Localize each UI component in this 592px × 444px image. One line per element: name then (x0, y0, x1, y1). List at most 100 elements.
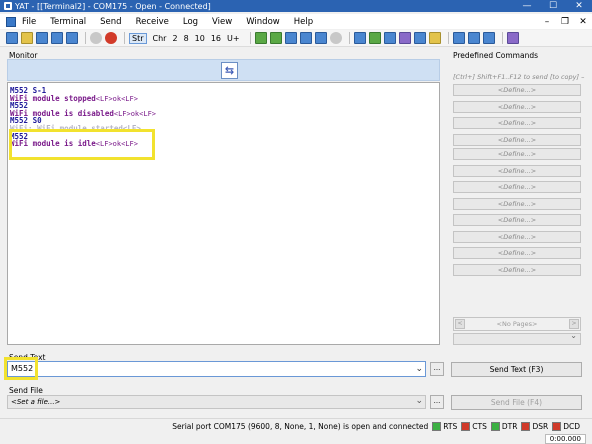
radix-bin-button[interactable]: 2 (172, 34, 177, 43)
predefined-command-button[interactable]: <Define...> (453, 247, 581, 259)
menu-view[interactable]: View (212, 17, 232, 27)
open-icon[interactable] (21, 32, 33, 44)
send-file-label: Send File (9, 386, 43, 395)
menu-terminal[interactable]: Terminal (50, 17, 86, 27)
radix-chr-button[interactable]: Chr (153, 34, 167, 43)
macro-icon[interactable] (506, 32, 519, 44)
show-rx-icon[interactable] (269, 32, 282, 44)
mdi-close-icon[interactable]: ✕ (574, 17, 592, 27)
chevron-down-icon[interactable]: ⌄ (415, 395, 423, 407)
clear-icon[interactable] (299, 32, 312, 44)
page-select[interactable] (453, 331, 581, 345)
monitor-header: ⇆ (7, 59, 440, 81)
predefined-command-button[interactable]: <Define...> (453, 181, 581, 193)
signal-label-dsr[interactable]: DSR (532, 422, 548, 431)
radix-str-button[interactable]: Str (129, 32, 147, 44)
open-port-icon[interactable] (90, 32, 102, 44)
toolbar: Str Chr 2 8 10 16 U+ (0, 30, 592, 47)
mdi-minimize-icon[interactable]: – (538, 17, 556, 27)
status-bar: Serial port COM175 (9600, 8, None, 1, No… (0, 418, 592, 433)
find-icon[interactable] (353, 32, 366, 44)
toolbar-separator (124, 32, 125, 44)
page-prev-icon[interactable]: < (455, 319, 465, 329)
close-icon[interactable]: ✕ (566, 0, 592, 12)
send-file-input[interactable]: <Set a file...> ⌄ (7, 395, 426, 409)
save-all-icon[interactable] (51, 32, 63, 44)
signal-label-dcd[interactable]: DCD (563, 422, 580, 431)
help-icon[interactable] (482, 32, 495, 44)
menu-help[interactable]: Help (294, 17, 313, 27)
signal-led-icon (490, 421, 500, 431)
chat-icon[interactable] (452, 32, 465, 44)
radix-oct-button[interactable]: 8 (184, 34, 189, 43)
signal-led-icon (432, 421, 442, 431)
predefined-command-button[interactable]: <Define...> (453, 148, 581, 160)
send-text-button[interactable]: Send Text (F3) (451, 362, 582, 377)
predefined-command-button[interactable]: <Define...> (453, 100, 581, 113)
log-folder-icon[interactable] (428, 32, 441, 44)
send-text-input[interactable]: M552 ⌄ (7, 361, 426, 377)
minimize-icon[interactable]: — (514, 0, 540, 12)
send-file-more-button[interactable]: ... (430, 395, 444, 409)
signal-led-icon (521, 421, 531, 431)
menu-receive[interactable]: Receive (136, 17, 169, 27)
signal-label-dtr[interactable]: DTR (502, 422, 518, 431)
menu-log[interactable]: Log (183, 17, 198, 27)
predefined-command-button[interactable]: <Define...> (453, 263, 581, 276)
maximize-icon[interactable]: ☐ (540, 0, 566, 12)
signal-label-rts[interactable]: RTS (443, 422, 457, 431)
monitor-panel[interactable]: M552 S-1 WiFi module stopped<LF>ok<LF> M55… (7, 82, 440, 345)
no-pages-label: <No Pages> (496, 320, 538, 328)
signal-label-cts[interactable]: CTS (472, 422, 487, 431)
terminal-icon[interactable] (6, 16, 16, 27)
check-icon[interactable] (368, 32, 381, 44)
predefined-hint: [Ctrl+] Shift+F1..F12 to send [to copy] … (453, 73, 585, 81)
refresh-icon[interactable] (314, 32, 327, 44)
predefined-command-button[interactable]: <Define...> (453, 197, 581, 210)
radix-dec-button[interactable]: 10 (195, 34, 205, 43)
predefined-command-button[interactable]: <Define...> (453, 84, 581, 96)
radix-unicode-button[interactable]: U+ (227, 34, 240, 43)
close-port-icon[interactable] (105, 32, 117, 44)
log-icon[interactable] (383, 32, 396, 44)
app-icon (4, 2, 12, 10)
menu-send[interactable]: Send (100, 17, 121, 27)
menu-window[interactable]: Window (246, 17, 280, 27)
log-open-icon[interactable] (398, 32, 411, 44)
predefined-command-button[interactable]: <Define...> (453, 133, 581, 146)
title-bar: YAT - [[Terminal2] - COM175 - Open - Con… (0, 0, 592, 12)
new-terminal-icon[interactable] (6, 32, 18, 44)
signal-led-icon (552, 421, 562, 431)
show-bidir-icon[interactable] (284, 32, 297, 44)
window-controls: — ☐ ✕ (514, 0, 592, 12)
save-icon[interactable] (36, 32, 48, 44)
menu-bar: File Terminal Send Receive Log View Wind… (0, 14, 592, 29)
format-icon[interactable] (467, 32, 480, 44)
mdi-restore-icon[interactable]: ❐ (556, 17, 574, 27)
monitor-line-control-chars: <LF>ok<LF> (95, 94, 138, 103)
swap-direction-icon[interactable]: ⇆ (221, 62, 238, 79)
highlight-box (9, 129, 155, 160)
chevron-down-icon[interactable]: ⌄ (415, 362, 423, 376)
signal-led-icon (461, 421, 471, 431)
send-file-button[interactable]: Send File (F4) (451, 395, 582, 410)
radix-hex-button[interactable]: 16 (211, 34, 221, 43)
toolbar-separator (249, 32, 251, 44)
predefined-command-button[interactable]: <Define...> (453, 164, 581, 177)
log-settings-icon[interactable] (413, 32, 426, 44)
page-next-icon[interactable]: > (569, 319, 579, 329)
settings-icon[interactable] (66, 32, 78, 44)
predefined-label: Predefined Commands (453, 51, 538, 60)
menu-file[interactable]: File (22, 17, 36, 27)
window-title: YAT - [[Terminal2] - COM175 - Open - Con… (15, 1, 211, 11)
predefined-command-button[interactable]: <Define...> (453, 230, 581, 243)
highlight-box (4, 357, 38, 380)
predefined-command-button[interactable]: <Define...> (453, 214, 581, 226)
status-text: Serial port COM175 (9600, 8, None, 1, No… (172, 421, 429, 431)
print-icon[interactable] (329, 32, 342, 44)
toolbar-separator (85, 32, 86, 44)
show-tx-icon[interactable] (254, 32, 267, 44)
predefined-command-button[interactable]: <Define...> (453, 117, 581, 129)
send-text-more-button[interactable]: ... (430, 362, 444, 376)
toolbar-separator (501, 32, 503, 44)
